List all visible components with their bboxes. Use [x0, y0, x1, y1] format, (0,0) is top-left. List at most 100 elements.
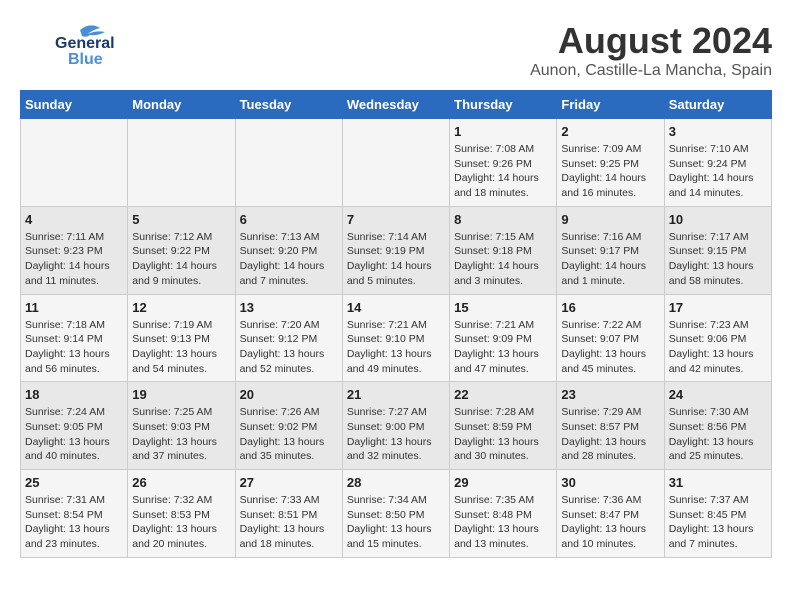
calendar-cell: 23Sunrise: 7:29 AM Sunset: 8:57 PM Dayli… — [557, 382, 664, 470]
calendar-cell: 2 Sunrise: 7:09 AM Sunset: 9:25 PM Daylig… — [557, 119, 664, 207]
col-header-saturday: Saturday — [664, 91, 771, 119]
day-info: Sunrise: 7:14 AM Sunset: 9:19 PM Dayligh… — [347, 230, 445, 289]
calendar-cell: 10Sunrise: 7:17 AM Sunset: 9:15 PM Dayli… — [664, 206, 771, 294]
day-number: 28 — [347, 475, 445, 490]
header-row: SundayMondayTuesdayWednesdayThursdayFrid… — [21, 91, 772, 119]
day-number: 3 — [669, 124, 767, 139]
day-number: 29 — [454, 475, 552, 490]
main-title: August 2024 — [530, 20, 772, 62]
week-row-2: 4Sunrise: 7:11 AM Sunset: 9:23 PM Daylig… — [21, 206, 772, 294]
calendar-cell: 14 Sunrise: 7:21 AM Sunset: 9:10 PM Dayli… — [342, 294, 449, 382]
week-row-4: 18 Sunrise: 7:24 AM Sunset: 9:05 PM Dayli… — [21, 382, 772, 470]
col-header-sunday: Sunday — [21, 91, 128, 119]
calendar-cell: 11 Sunrise: 7:18 AM Sunset: 9:14 PM Dayli… — [21, 294, 128, 382]
col-header-tuesday: Tuesday — [235, 91, 342, 119]
day-info: Sunrise: 7:25 AM Sunset: 9:03 PM Dayligh… — [132, 405, 230, 464]
calendar-cell: 30 Sunrise: 7:36 AM Sunset: 8:47 PM Dayli… — [557, 470, 664, 558]
calendar-cell: 19 Sunrise: 7:25 AM Sunset: 9:03 PM Dayli… — [128, 382, 235, 470]
day-info: Sunrise: 7:10 AM Sunset: 9:24 PM Dayligh… — [669, 142, 767, 201]
header: General Blue August 2024 Aunon, Castille… — [20, 20, 772, 80]
day-number: 8 — [454, 212, 552, 227]
day-info: Sunrise: 7:30 AM Sunset: 8:56 PM Dayligh… — [669, 405, 767, 464]
day-number: 16 — [561, 300, 659, 315]
calendar-cell: 22 Sunrise: 7:28 AM Sunset: 8:59 PM Dayli… — [450, 382, 557, 470]
calendar-cell: 17 Sunrise: 7:23 AM Sunset: 9:06 PM Dayli… — [664, 294, 771, 382]
calendar-cell: 3 Sunrise: 7:10 AM Sunset: 9:24 PM Daylig… — [664, 119, 771, 207]
calendar-cell: 6 Sunrise: 7:13 AM Sunset: 9:20 PM Daylig… — [235, 206, 342, 294]
day-number: 2 — [561, 124, 659, 139]
day-number: 9 — [561, 212, 659, 227]
day-info: Sunrise: 7:23 AM Sunset: 9:06 PM Dayligh… — [669, 318, 767, 377]
calendar-cell: 4Sunrise: 7:11 AM Sunset: 9:23 PM Daylig… — [21, 206, 128, 294]
sub-title: Aunon, Castille-La Mancha, Spain — [530, 62, 772, 80]
day-number: 7 — [347, 212, 445, 227]
week-row-5: 25Sunrise: 7:31 AM Sunset: 8:54 PM Dayli… — [21, 470, 772, 558]
calendar-cell: 9Sunrise: 7:16 AM Sunset: 9:17 PM Daylig… — [557, 206, 664, 294]
day-number: 31 — [669, 475, 767, 490]
logo-svg: General Blue — [20, 20, 130, 70]
svg-text:Blue: Blue — [68, 51, 103, 68]
week-row-1: 1Sunrise: 7:08 AM Sunset: 9:26 PM Daylig… — [21, 119, 772, 207]
calendar-cell: 7 Sunrise: 7:14 AM Sunset: 9:19 PM Daylig… — [342, 206, 449, 294]
day-info: Sunrise: 7:21 AM Sunset: 9:10 PM Dayligh… — [347, 318, 445, 377]
calendar-cell: 20Sunrise: 7:26 AM Sunset: 9:02 PM Dayli… — [235, 382, 342, 470]
day-number: 27 — [240, 475, 338, 490]
week-row-3: 11 Sunrise: 7:18 AM Sunset: 9:14 PM Dayli… — [21, 294, 772, 382]
day-info: Sunrise: 7:15 AM Sunset: 9:18 PM Dayligh… — [454, 230, 552, 289]
day-number: 1 — [454, 124, 552, 139]
day-number: 18 — [25, 387, 123, 402]
day-info: Sunrise: 7:24 AM Sunset: 9:05 PM Dayligh… — [25, 405, 123, 464]
calendar-cell: 28Sunrise: 7:34 AM Sunset: 8:50 PM Dayli… — [342, 470, 449, 558]
calendar-cell — [235, 119, 342, 207]
day-number: 30 — [561, 475, 659, 490]
calendar-cell: 21Sunrise: 7:27 AM Sunset: 9:00 PM Dayli… — [342, 382, 449, 470]
day-info: Sunrise: 7:12 AM Sunset: 9:22 PM Dayligh… — [132, 230, 230, 289]
calendar-cell: 5 Sunrise: 7:12 AM Sunset: 9:22 PM Daylig… — [128, 206, 235, 294]
calendar-cell: 16Sunrise: 7:22 AM Sunset: 9:07 PM Dayli… — [557, 294, 664, 382]
day-number: 6 — [240, 212, 338, 227]
day-info: Sunrise: 7:35 AM Sunset: 8:48 PM Dayligh… — [454, 493, 552, 552]
col-header-monday: Monday — [128, 91, 235, 119]
calendar-cell: 31Sunrise: 7:37 AM Sunset: 8:45 PM Dayli… — [664, 470, 771, 558]
day-number: 14 — [347, 300, 445, 315]
calendar-cell — [21, 119, 128, 207]
calendar-cell: 12 Sunrise: 7:19 AM Sunset: 9:13 PM Dayli… — [128, 294, 235, 382]
day-info: Sunrise: 7:18 AM Sunset: 9:14 PM Dayligh… — [25, 318, 123, 377]
day-number: 26 — [132, 475, 230, 490]
calendar-cell: 13Sunrise: 7:20 AM Sunset: 9:12 PM Dayli… — [235, 294, 342, 382]
day-info: Sunrise: 7:36 AM Sunset: 8:47 PM Dayligh… — [561, 493, 659, 552]
day-number: 21 — [347, 387, 445, 402]
day-number: 12 — [132, 300, 230, 315]
day-info: Sunrise: 7:13 AM Sunset: 9:20 PM Dayligh… — [240, 230, 338, 289]
day-info: Sunrise: 7:28 AM Sunset: 8:59 PM Dayligh… — [454, 405, 552, 464]
day-info: Sunrise: 7:29 AM Sunset: 8:57 PM Dayligh… — [561, 405, 659, 464]
title-area: August 2024 Aunon, Castille-La Mancha, S… — [530, 20, 772, 80]
calendar-cell: 27 Sunrise: 7:33 AM Sunset: 8:51 PM Dayli… — [235, 470, 342, 558]
col-header-thursday: Thursday — [450, 91, 557, 119]
svg-text:General: General — [55, 35, 115, 52]
day-number: 5 — [132, 212, 230, 227]
logo: General Blue — [20, 20, 130, 70]
day-number: 20 — [240, 387, 338, 402]
calendar-cell: 26 Sunrise: 7:32 AM Sunset: 8:53 PM Dayli… — [128, 470, 235, 558]
calendar-cell — [342, 119, 449, 207]
calendar-cell: 24 Sunrise: 7:30 AM Sunset: 8:56 PM Dayli… — [664, 382, 771, 470]
day-info: Sunrise: 7:33 AM Sunset: 8:51 PM Dayligh… — [240, 493, 338, 552]
col-header-friday: Friday — [557, 91, 664, 119]
day-info: Sunrise: 7:32 AM Sunset: 8:53 PM Dayligh… — [132, 493, 230, 552]
day-number: 11 — [25, 300, 123, 315]
day-info: Sunrise: 7:09 AM Sunset: 9:25 PM Dayligh… — [561, 142, 659, 201]
day-info: Sunrise: 7:21 AM Sunset: 9:09 PM Dayligh… — [454, 318, 552, 377]
calendar-table: SundayMondayTuesdayWednesdayThursdayFrid… — [20, 90, 772, 558]
day-number: 17 — [669, 300, 767, 315]
day-number: 22 — [454, 387, 552, 402]
day-number: 15 — [454, 300, 552, 315]
day-info: Sunrise: 7:19 AM Sunset: 9:13 PM Dayligh… — [132, 318, 230, 377]
day-number: 4 — [25, 212, 123, 227]
calendar-cell — [128, 119, 235, 207]
day-info: Sunrise: 7:31 AM Sunset: 8:54 PM Dayligh… — [25, 493, 123, 552]
day-number: 24 — [669, 387, 767, 402]
day-number: 19 — [132, 387, 230, 402]
calendar-cell: 29 Sunrise: 7:35 AM Sunset: 8:48 PM Dayli… — [450, 470, 557, 558]
day-info: Sunrise: 7:20 AM Sunset: 9:12 PM Dayligh… — [240, 318, 338, 377]
